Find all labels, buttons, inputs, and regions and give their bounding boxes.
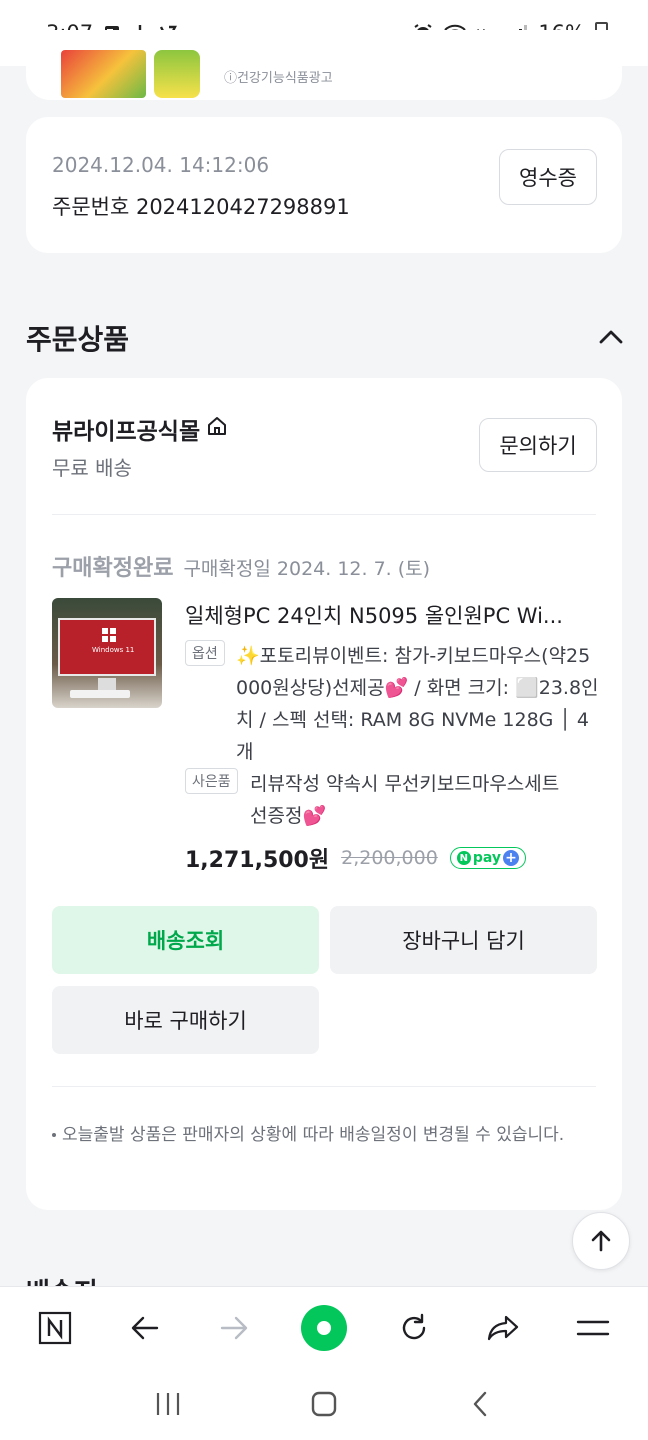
naver-home-button[interactable] (25, 1298, 85, 1358)
menu-button[interactable] (563, 1298, 623, 1358)
product-thumbnail[interactable]: Windows 11 (52, 598, 162, 708)
android-nav-bar (0, 1368, 648, 1440)
order-datetime: 2024.12.04. 14:12:06 (52, 153, 270, 177)
refresh-button[interactable] (384, 1298, 444, 1358)
thumbnail-stand (98, 678, 116, 690)
thumbnail-screen: Windows 11 (58, 618, 156, 676)
home-icon[interactable] (206, 415, 228, 443)
thumbnail-keyboard (70, 690, 130, 698)
ad-product-image-2[interactable] (154, 50, 200, 98)
price-row: 1,271,500원 2,200,000 N pay + (185, 842, 526, 874)
seller-name-row[interactable]: 뷰라이프공식몰 (52, 412, 228, 446)
naver-n-icon (38, 1311, 71, 1344)
ad-label: ⓘ건강기능식품광고 (224, 71, 333, 86)
share-button[interactable] (473, 1298, 533, 1358)
seller-name[interactable]: 뷰라이프공식몰 (52, 412, 200, 446)
npay-label: pay (472, 850, 501, 866)
option-text: ✨포토리뷰이벤트: 참가-키보드마우스(약25000원상당)선제공💕 / 화면 … (236, 645, 599, 763)
gift-text-line2: 선증정💕 (250, 805, 327, 827)
price: 1,271,500원 (185, 848, 330, 873)
plus-icon: + (502, 850, 519, 866)
original-price: 2,200,000 (341, 847, 438, 869)
purchase-status: 구매확정완료 (52, 556, 174, 581)
naver-green-dot-icon[interactable] (300, 1304, 347, 1351)
shipping-fee: 무료 배송 (52, 456, 132, 480)
npay-badge: N pay + (449, 847, 526, 869)
purchase-status-row: 구매확정완료 구매확정일 2024. 12. 7. (토) (52, 550, 430, 582)
chevron-up-icon[interactable] (596, 322, 626, 352)
ad-product-image[interactable] (61, 50, 146, 98)
delivery-notice: 오늘출발 상품은 판매자의 상황에 따라 배송일정이 변경될 수 있습니다. (52, 1120, 600, 1150)
thumbnail-logo-text: Windows 11 (92, 646, 135, 654)
order-product-card: 뷰라이프공식몰 무료 배송 문의하기 구매확정완료 구매확정일 2024. 12… (26, 378, 622, 1210)
hamburger-menu-icon (576, 1320, 610, 1335)
buy-now-button[interactable]: 바로 구매하기 (52, 986, 319, 1054)
arrow-up-icon (591, 1230, 611, 1252)
bullet-icon (52, 1133, 56, 1137)
arrow-left-icon (131, 1316, 158, 1339)
section-title: 주문상품 (26, 323, 130, 356)
recent-apps-icon (156, 1393, 180, 1415)
divider (52, 1086, 596, 1087)
recent-apps-button[interactable] (138, 1379, 198, 1429)
product-title[interactable]: 일체형PC 24인치 N5095 올인원PC Wi... (185, 600, 597, 630)
home-square-icon (311, 1391, 337, 1417)
system-back-button[interactable] (450, 1379, 510, 1429)
chevron-left-icon (473, 1391, 487, 1417)
gift-tag: 사은품 (185, 768, 238, 794)
gift-text: 리뷰작성 약속시 무선키보드마우스세트 (250, 773, 560, 795)
refresh-icon (402, 1313, 425, 1339)
scroll-to-top-button[interactable] (572, 1212, 630, 1270)
npay-n-icon: N (456, 851, 471, 865)
inquiry-button[interactable]: 문의하기 (479, 418, 597, 472)
next-section-title: 배송지 (26, 1272, 98, 1286)
ad-card[interactable]: ⓘ건강기능식품광고 (26, 30, 622, 100)
order-info-card: 2024.12.04. 14:12:06 주문번호 20241204272988… (26, 117, 622, 253)
notice-text: 오늘출발 상품은 판매자의 상황에 따라 배송일정이 변경될 수 있습니다. (62, 1125, 565, 1145)
option-tag: 옵션 (185, 640, 225, 666)
purchase-confirm-date: 구매확정일 2024. 12. 7. (토) (183, 558, 431, 580)
add-to-cart-button[interactable]: 장바구니 담기 (330, 906, 597, 974)
windows-logo-icon (102, 628, 116, 642)
forward-button[interactable] (204, 1298, 264, 1358)
green-dot-button[interactable] (294, 1298, 354, 1358)
back-button[interactable] (115, 1298, 175, 1358)
browser-toolbar (0, 1286, 648, 1368)
arrow-right-icon (221, 1316, 248, 1339)
track-delivery-button[interactable]: 배송조회 (52, 906, 319, 974)
share-icon (488, 1315, 519, 1340)
home-button[interactable] (294, 1379, 354, 1429)
divider (52, 514, 596, 515)
order-number: 주문번호 2024120427298891 (52, 195, 350, 219)
receipt-button[interactable]: 영수증 (499, 149, 597, 205)
